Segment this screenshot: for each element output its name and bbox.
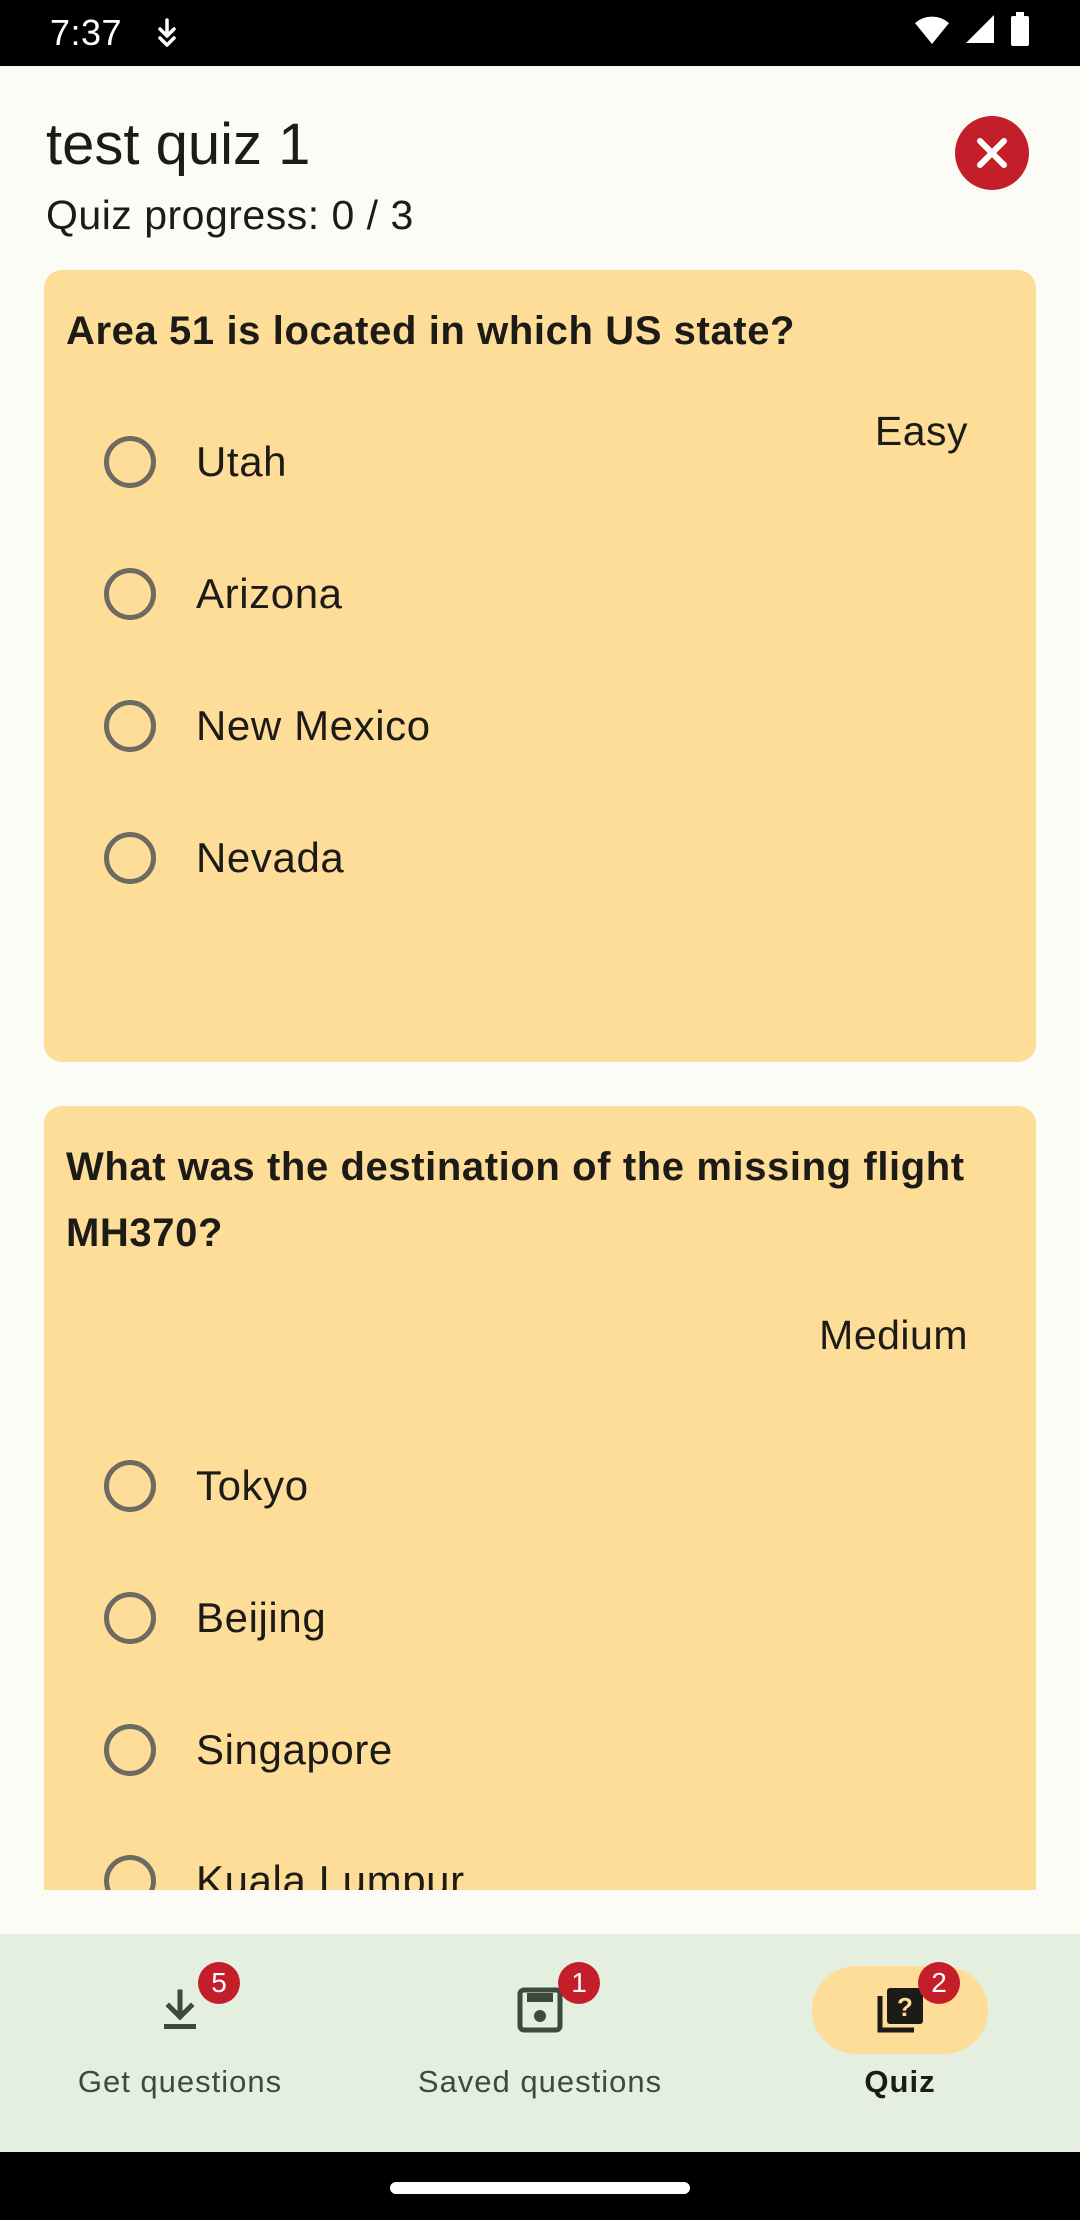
- answer-option-label: Singapore: [196, 1726, 393, 1773]
- signal-icon: [964, 12, 996, 54]
- nav-icon-container: ? 2: [812, 1962, 988, 2054]
- notification-badge: 5: [198, 1962, 240, 2004]
- gesture-handle[interactable]: [390, 2182, 690, 2194]
- answer-option-label: Tokyo: [196, 1462, 309, 1509]
- question-text: Area 51 is located in which US state?: [66, 309, 796, 353]
- quiz-title: test quiz 1: [46, 112, 311, 177]
- answer-option-label: Utah: [196, 438, 288, 485]
- download-notification-icon: [154, 16, 184, 50]
- battery-icon: [1010, 11, 1030, 55]
- radio-button[interactable]: [104, 436, 156, 488]
- download-icon: [164, 1989, 196, 2029]
- nav-label: Get questions: [77, 2064, 283, 2099]
- nav-label: Saved questions: [417, 2064, 663, 2099]
- gesture-bar: [0, 2152, 1080, 2220]
- nav-quiz[interactable]: ? 2 Quiz: [720, 1934, 1080, 2152]
- radio-button[interactable]: [104, 1460, 156, 1512]
- close-icon: [977, 138, 1007, 168]
- wifi-icon: [914, 12, 950, 54]
- status-bar: 7:37: [0, 0, 1080, 66]
- difficulty-label: Medium: [819, 1312, 968, 1358]
- answer-option-label: Arizona: [196, 570, 343, 617]
- question-text: What was the destination of the missing …: [66, 1145, 965, 1255]
- radio-button[interactable]: [104, 1855, 156, 1890]
- bottom-navigation: 5 Get questions 1 Saved questions ? 2 Qu…: [0, 1934, 1080, 2152]
- nav-icon-container: 1: [452, 1962, 628, 2054]
- answer-option[interactable]: Nevada: [104, 813, 984, 903]
- nav-get-questions[interactable]: 5 Get questions: [0, 1934, 360, 2152]
- svg-text:?: ?: [897, 1992, 913, 2022]
- answer-option[interactable]: Beijing: [104, 1573, 984, 1663]
- quiz-progress: Quiz progress: 0 / 3: [46, 192, 414, 238]
- notification-badge: 2: [918, 1962, 960, 2004]
- status-time: 7:37: [50, 12, 123, 53]
- quiz-header: test quiz 1 Quiz progress: 0 / 3: [0, 66, 1080, 266]
- radio-button[interactable]: [104, 832, 156, 884]
- close-quiz-button[interactable]: [955, 116, 1029, 190]
- question-list[interactable]: Area 51 is located in which US state? Ea…: [0, 266, 1080, 1890]
- notification-badge: 1: [558, 1962, 600, 2004]
- nav-saved-questions[interactable]: 1 Saved questions: [360, 1934, 720, 2152]
- answer-option-label: Kuala Lumpur: [196, 1857, 465, 1890]
- answer-option-label: New Mexico: [196, 702, 431, 749]
- answer-option[interactable]: Tokyo: [104, 1441, 984, 1531]
- question-card: Area 51 is located in which US state? Ea…: [44, 270, 1036, 1062]
- answer-option-label: Nevada: [196, 834, 345, 881]
- radio-button[interactable]: [104, 1592, 156, 1644]
- answer-option[interactable]: Singapore: [104, 1705, 984, 1795]
- nav-label: Quiz: [864, 2064, 936, 2099]
- answer-option[interactable]: Kuala Lumpur: [104, 1836, 984, 1890]
- answer-option[interactable]: New Mexico: [104, 681, 984, 771]
- question-card: What was the destination of the missing …: [44, 1106, 1036, 1890]
- answer-option[interactable]: Arizona: [104, 549, 984, 639]
- radio-button[interactable]: [104, 700, 156, 752]
- radio-button[interactable]: [104, 1724, 156, 1776]
- nav-icon-container: 5: [92, 1962, 268, 2054]
- radio-button[interactable]: [104, 568, 156, 620]
- save-icon: [517, 1987, 563, 2033]
- answer-option-label: Beijing: [196, 1594, 327, 1641]
- answer-option[interactable]: Utah: [104, 417, 984, 507]
